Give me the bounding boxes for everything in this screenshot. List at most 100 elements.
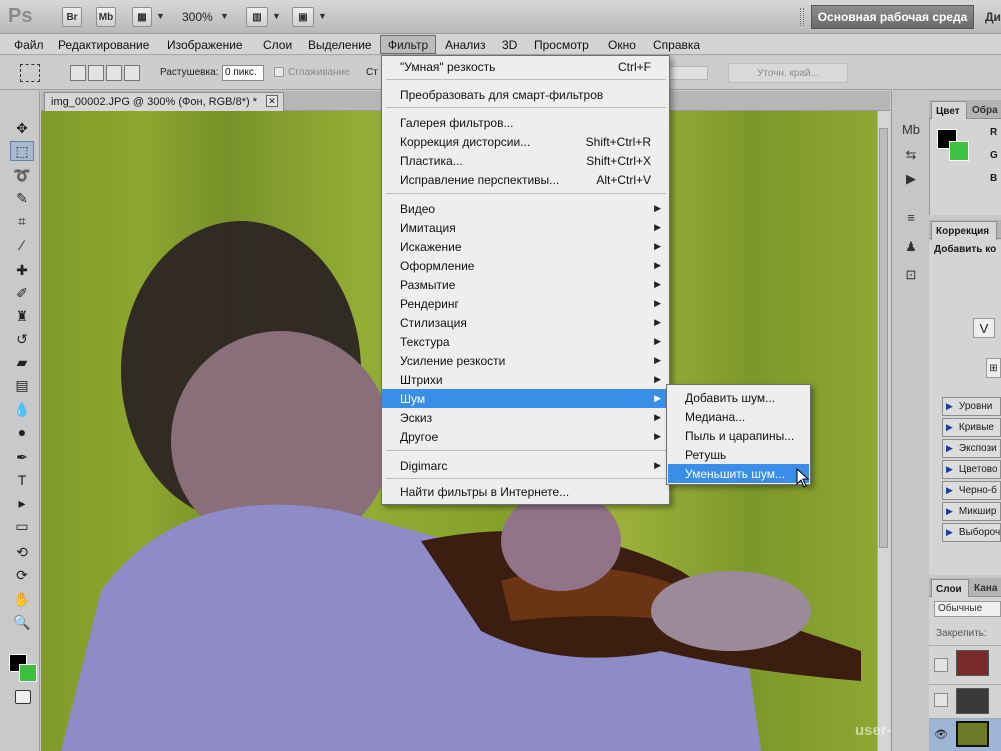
3d-rotate-tool-icon[interactable]: ⟲ xyxy=(10,542,34,562)
filter-submenu-item[interactable]: Штрихи ▶ xyxy=(382,370,669,389)
document-tab[interactable]: img_00002.JPG @ 300% (Фон, RGB/8*) * xyxy=(44,92,284,111)
tab-channels[interactable]: Кана xyxy=(974,583,997,594)
filter-menu-item[interactable]: Коррекция дисторсии... Shift+Ctrl+R xyxy=(382,132,669,151)
brush-presets-icon[interactable]: ≡ xyxy=(900,208,922,226)
filter-submenu-item[interactable]: Другое ▶ xyxy=(382,427,669,446)
3d-orbit-tool-icon[interactable]: ⟳ xyxy=(10,565,34,585)
hue-saturation-icon[interactable]: ⊞ xyxy=(986,358,1001,378)
color-background-swatch[interactable] xyxy=(949,141,969,161)
tab-color[interactable]: Цвет xyxy=(931,101,967,120)
zoom-level[interactable]: 300% xyxy=(182,10,213,24)
adjust-item-selective-color[interactable]: ▶ Выбороч xyxy=(942,523,1001,542)
healing-brush-tool-icon[interactable]: ✚ xyxy=(10,260,34,280)
shape-tool-icon[interactable]: ▭ xyxy=(10,516,34,536)
filter-submenu-item[interactable]: Digimarc ▶ xyxy=(382,456,669,475)
filter-submenu-item[interactable]: Оформление ▶ xyxy=(382,256,669,275)
adjust-item-levels[interactable]: ▶ Уровни xyxy=(942,397,1001,416)
move-tool-icon[interactable]: ✥ xyxy=(10,118,34,138)
filter-submenu-item[interactable]: Стилизация ▶ xyxy=(382,313,669,332)
quick-select-tool-icon[interactable]: ✎ xyxy=(10,188,34,208)
filter-menu-item[interactable]: Найти фильтры в Интернете... xyxy=(382,482,669,501)
zoom-tool-icon[interactable]: 🔍 xyxy=(10,612,34,632)
tab-adjustments[interactable]: Коррекция xyxy=(931,221,997,240)
adjust-item-curves[interactable]: ▶ Кривые xyxy=(942,418,1001,437)
type-tool-icon[interactable]: T xyxy=(10,470,34,490)
menu-edit[interactable]: Редактирование xyxy=(58,38,149,52)
menu-image[interactable]: Изображение xyxy=(167,38,243,52)
blend-mode-select[interactable]: Обычные xyxy=(934,601,1001,617)
filter-submenu-item[interactable]: Эскиз ▶ xyxy=(382,408,669,427)
add-selection-icon[interactable] xyxy=(88,65,104,81)
new-selection-icon[interactable] xyxy=(70,65,86,81)
film-icon[interactable]: ▦ xyxy=(132,7,152,27)
menu-window[interactable]: Окно xyxy=(608,38,636,52)
history-brush-tool-icon[interactable]: ↺ xyxy=(10,329,34,349)
visibility-toggle[interactable] xyxy=(934,693,948,707)
subtract-selection-icon[interactable] xyxy=(106,65,122,81)
bridge-button[interactable]: Br xyxy=(62,7,82,27)
adjust-item-channel-mixer[interactable]: ▶ Микшир xyxy=(942,502,1001,521)
eraser-tool-icon[interactable]: ▰ xyxy=(10,352,34,372)
filter-submenu-item[interactable]: Видео ▶ xyxy=(382,199,669,218)
menu-filter[interactable]: Фильтр xyxy=(380,35,436,54)
scrollbar-thumb[interactable] xyxy=(879,128,888,548)
workspace-design-button[interactable]: Ди xyxy=(985,10,1001,24)
close-icon[interactable]: ✕ xyxy=(266,95,278,107)
adjust-item-black-white[interactable]: ▶ Черно-б xyxy=(942,481,1001,500)
clone-source-icon[interactable]: ♟ xyxy=(900,238,922,256)
adjust-item-color-balance[interactable]: ▶ Цветово xyxy=(942,460,1001,479)
clone-stamp-tool-icon[interactable]: ♜ xyxy=(10,306,34,326)
background-color-swatch[interactable] xyxy=(19,664,37,682)
noise-item-dust-scratches[interactable]: Пыль и царапины... xyxy=(668,426,809,445)
filter-submenu-item[interactable]: Рендеринг ▶ xyxy=(382,294,669,313)
workspace-button[interactable]: Основная рабочая среда xyxy=(811,5,974,29)
filter-submenu-item[interactable]: Усиление резкости ▶ xyxy=(382,351,669,370)
marquee-preset-icon[interactable] xyxy=(20,64,40,82)
height-field[interactable] xyxy=(668,66,708,80)
filter-menu-item[interactable]: Галерея фильтров... xyxy=(382,113,669,132)
chevron-down-icon[interactable]: ▼ xyxy=(220,11,229,21)
menu-analysis[interactable]: Анализ xyxy=(445,38,486,52)
noise-item-reduce-noise[interactable]: Уменьшить шум... xyxy=(668,464,809,483)
filter-menu-item[interactable]: Исправление перспективы... Alt+Ctrl+V xyxy=(382,170,669,189)
hand-tool-icon[interactable]: ✋ xyxy=(10,589,34,609)
marquee-tool-icon[interactable]: ⬚ xyxy=(10,141,34,161)
tab-layers[interactable]: Слои xyxy=(931,579,969,598)
filter-submenu-item-noise[interactable]: Шум ▶ xyxy=(382,389,669,408)
path-select-tool-icon[interactable]: ▸ xyxy=(10,493,34,513)
levels-preset-icon[interactable]: V xyxy=(973,318,995,338)
filter-submenu-item[interactable]: Искажение ▶ xyxy=(382,237,669,256)
chevron-down-icon[interactable]: ▼ xyxy=(318,11,327,21)
mini-bridge-icon[interactable]: Mb xyxy=(900,120,922,138)
history-icon[interactable]: ⇆ xyxy=(900,146,922,164)
chevron-down-icon[interactable]: ▼ xyxy=(156,11,165,21)
adjust-item-exposure[interactable]: ▶ Экспози xyxy=(942,439,1001,458)
quick-mask-icon[interactable] xyxy=(15,690,31,704)
tab-swatches[interactable]: Обра xyxy=(972,105,998,116)
blur-tool-icon[interactable]: 💧 xyxy=(10,399,34,419)
noise-item-median[interactable]: Медиана... xyxy=(668,407,809,426)
filter-submenu-item[interactable]: Размытие ▶ xyxy=(382,275,669,294)
menu-layers[interactable]: Слои xyxy=(263,38,292,52)
dodge-tool-icon[interactable]: ● xyxy=(10,422,34,442)
filter-submenu-item[interactable]: Текстура ▶ xyxy=(382,332,669,351)
actions-icon[interactable]: ▶ xyxy=(900,170,922,188)
filter-menu-item[interactable]: Преобразовать для смарт-фильтров xyxy=(382,85,669,104)
screen-mode-icon[interactable]: ▣ xyxy=(292,7,314,27)
refine-edge-button[interactable]: Уточн. край... xyxy=(728,63,848,83)
pen-tool-icon[interactable]: ✒ xyxy=(10,447,34,467)
tool-presets-icon[interactable]: ⊡ xyxy=(900,266,922,284)
arrange-documents-icon[interactable]: ▥ xyxy=(246,7,268,27)
noise-item-add-noise[interactable]: Добавить шум... xyxy=(668,388,809,407)
filter-menu-item[interactable]: Пластика... Shift+Ctrl+X xyxy=(382,151,669,170)
filter-submenu-item[interactable]: Имитация ▶ xyxy=(382,218,669,237)
eyedropper-tool-icon[interactable]: ⁄ xyxy=(10,235,34,255)
menu-3d[interactable]: 3D xyxy=(502,38,517,52)
menu-help[interactable]: Справка xyxy=(653,38,700,52)
visibility-toggle[interactable] xyxy=(934,658,948,672)
menu-file[interactable]: Файл xyxy=(14,38,44,52)
antialias-checkbox[interactable] xyxy=(274,67,284,77)
menu-view[interactable]: Просмотр xyxy=(534,38,589,52)
gradient-tool-icon[interactable]: ▤ xyxy=(10,375,34,395)
eye-icon[interactable]: 👁 xyxy=(934,728,948,741)
